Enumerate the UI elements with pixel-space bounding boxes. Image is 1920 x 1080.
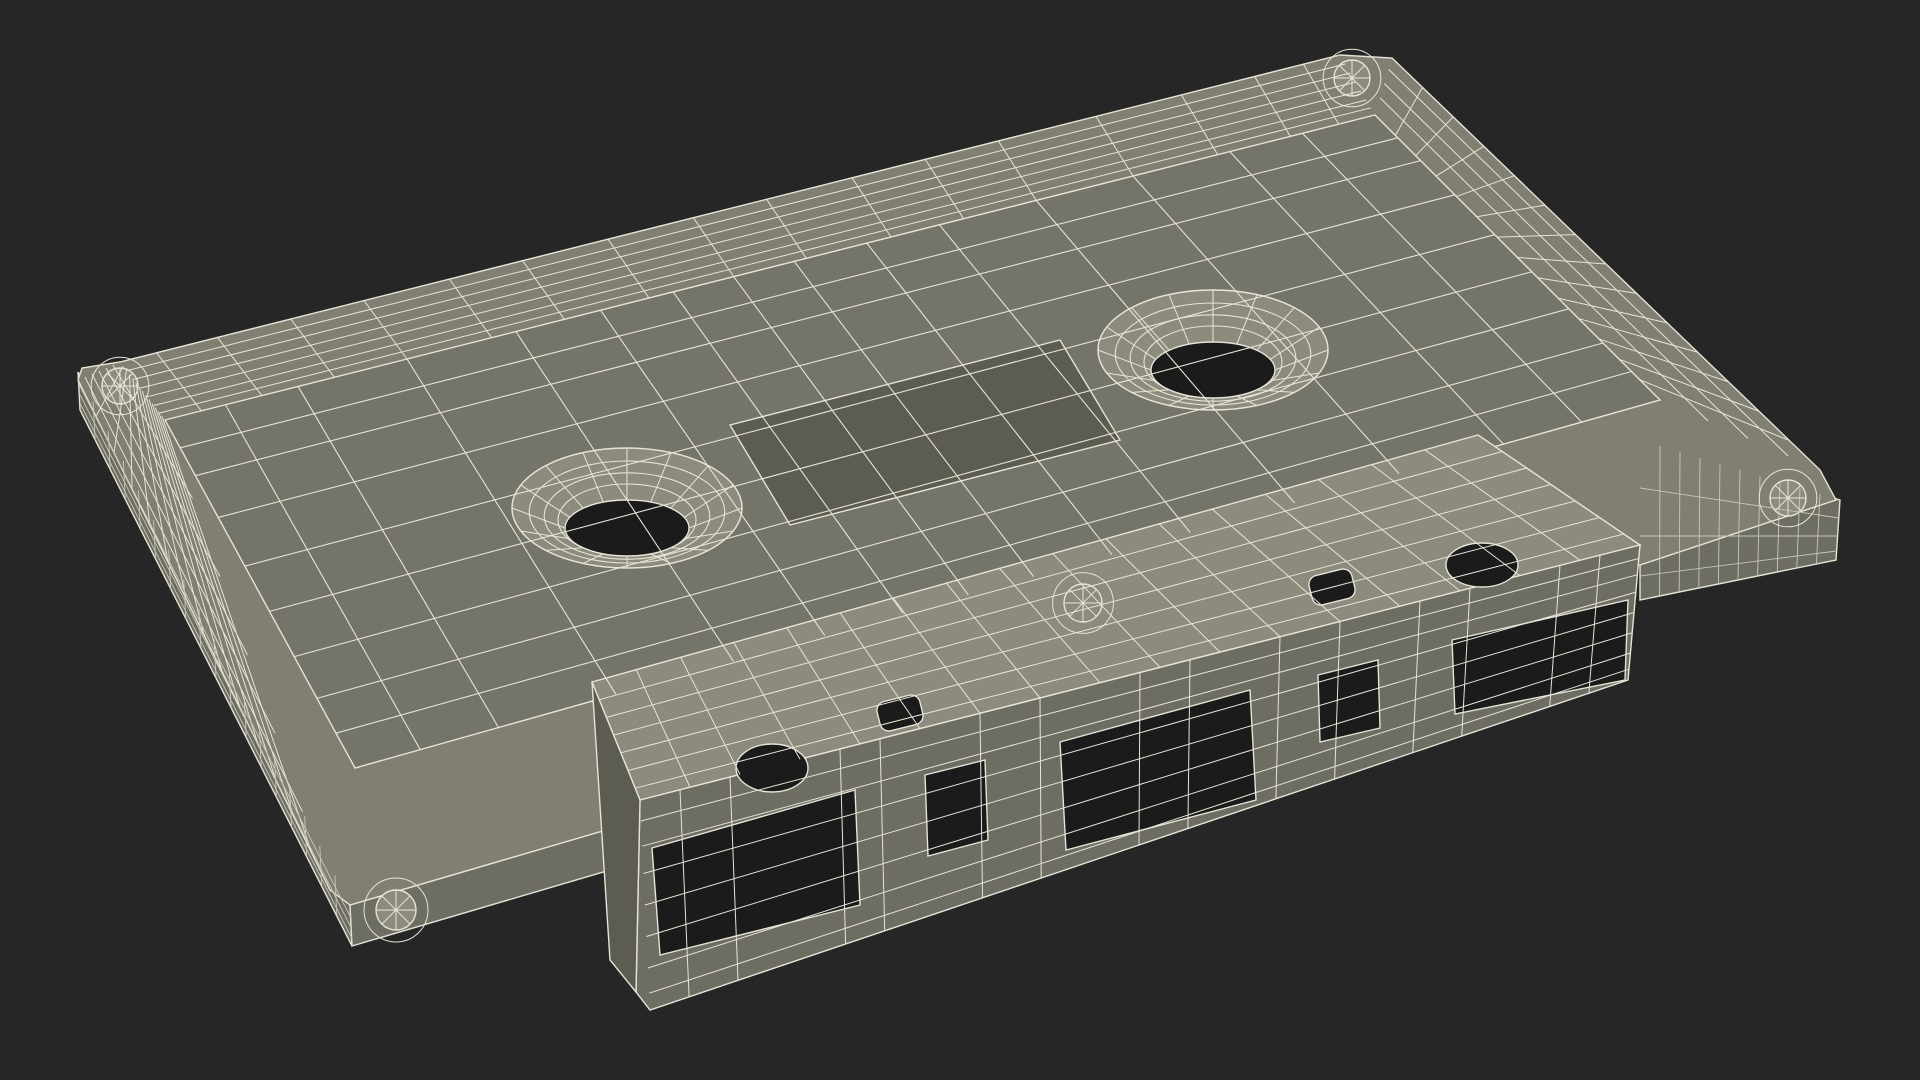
guide-hole-right <box>1445 542 1519 588</box>
head-opening-2 <box>924 759 989 857</box>
guide-hole-left <box>735 743 809 793</box>
cassette-render <box>77 48 1841 1011</box>
viewport <box>0 0 1920 1080</box>
head-opening-4 <box>1317 659 1381 743</box>
